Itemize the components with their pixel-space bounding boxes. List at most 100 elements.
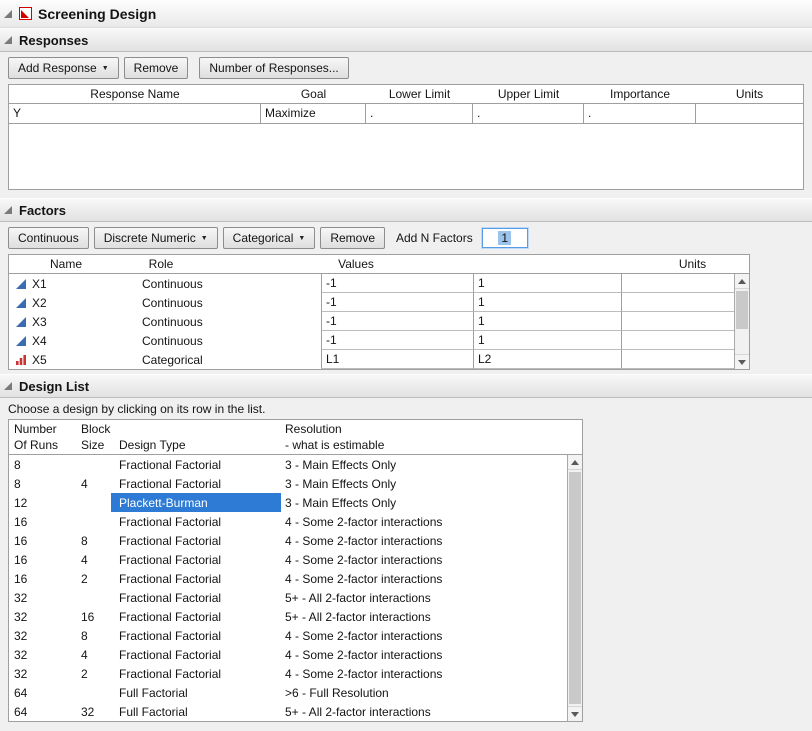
design-list-row[interactable]: 16 4 Fractional Factorial 4 - Some 2-fac…: [9, 550, 567, 569]
design-list-row[interactable]: 64 32 Full Factorial 5+ - All 2-factor i…: [9, 702, 567, 721]
design-list-row[interactable]: 32 4 Fractional Factorial 4 - Some 2-fac…: [9, 645, 567, 664]
design-list-row[interactable]: 32 2 Fractional Factorial 4 - Some 2-fac…: [9, 664, 567, 683]
design-list-row[interactable]: 32 Fractional Factorial 5+ - All 2-facto…: [9, 588, 567, 607]
design-resolution-cell[interactable]: 4 - Some 2-factor interactions: [281, 569, 567, 588]
remove-factor-button[interactable]: Remove: [320, 227, 385, 249]
design-runs-cell[interactable]: 64: [9, 683, 73, 702]
design-resolution-cell[interactable]: >6 - Full Resolution: [281, 683, 567, 702]
design-type-cell[interactable]: Full Factorial: [111, 702, 281, 721]
design-runs-cell[interactable]: 32: [9, 607, 73, 626]
factor-name-cell[interactable]: X1: [9, 274, 122, 293]
design-type-cell[interactable]: Fractional Factorial: [111, 607, 281, 626]
factors-scrollbar[interactable]: [734, 274, 749, 369]
factor-role-cell[interactable]: Categorical: [122, 353, 321, 367]
design-resolution-cell[interactable]: 4 - Some 2-factor interactions: [281, 664, 567, 683]
design-list-row[interactable]: 64 Full Factorial >6 - Full Resolution: [9, 683, 567, 702]
design-block-cell[interactable]: 8: [73, 626, 111, 645]
design-type-cell[interactable]: Plackett-Burman: [111, 493, 281, 512]
design-block-cell[interactable]: [73, 455, 111, 474]
responses-section-header[interactable]: Responses: [0, 28, 812, 52]
discrete-numeric-button[interactable]: Discrete Numeric ▼: [94, 227, 218, 249]
design-type-cell[interactable]: Fractional Factorial: [111, 588, 281, 607]
response-units-cell[interactable]: [696, 104, 803, 124]
factor-value-1-cell[interactable]: -1: [321, 331, 473, 350]
factor-units-cell[interactable]: [621, 331, 734, 350]
factor-value-1-cell[interactable]: -1: [321, 274, 473, 293]
design-block-cell[interactable]: [73, 683, 111, 702]
design-runs-cell[interactable]: 64: [9, 702, 73, 721]
disclosure-triangle-icon[interactable]: [3, 9, 13, 19]
factor-role-cell[interactable]: Continuous: [122, 334, 321, 348]
design-type-cell[interactable]: Fractional Factorial: [111, 455, 281, 474]
design-block-cell[interactable]: 4: [73, 474, 111, 493]
design-runs-cell[interactable]: 32: [9, 588, 73, 607]
design-block-cell[interactable]: [73, 588, 111, 607]
factor-name-cell[interactable]: X5: [9, 350, 122, 369]
number-of-responses-button[interactable]: Number of Responses...: [199, 57, 348, 79]
design-type-cell[interactable]: Fractional Factorial: [111, 474, 281, 493]
disclosure-triangle-icon[interactable]: [3, 381, 13, 391]
scroll-up-button[interactable]: [568, 455, 582, 470]
design-runs-cell[interactable]: 12: [9, 493, 73, 512]
factor-name-cell[interactable]: X4: [9, 331, 122, 350]
factor-name-cell[interactable]: X3: [9, 312, 122, 331]
design-resolution-cell[interactable]: 4 - Some 2-factor interactions: [281, 512, 567, 531]
disclosure-triangle-icon[interactable]: [3, 205, 13, 215]
design-type-cell[interactable]: Fractional Factorial: [111, 512, 281, 531]
design-type-cell[interactable]: Full Factorial: [111, 683, 281, 702]
design-block-cell[interactable]: 4: [73, 645, 111, 664]
scroll-thumb[interactable]: [736, 291, 748, 329]
factor-value-2-cell[interactable]: 1: [473, 274, 621, 293]
design-resolution-cell[interactable]: 4 - Some 2-factor interactions: [281, 531, 567, 550]
response-importance-cell[interactable]: .: [584, 104, 696, 124]
factor-value-2-cell[interactable]: L2: [473, 350, 621, 369]
factor-value-1-cell[interactable]: -1: [321, 293, 473, 312]
scroll-down-button[interactable]: [735, 354, 749, 369]
design-list-row[interactable]: 32 8 Fractional Factorial 4 - Some 2-fac…: [9, 626, 567, 645]
scroll-down-button[interactable]: [568, 706, 582, 721]
design-resolution-cell[interactable]: 3 - Main Effects Only: [281, 474, 567, 493]
design-type-cell[interactable]: Fractional Factorial: [111, 531, 281, 550]
design-list-row[interactable]: 8 Fractional Factorial 3 - Main Effects …: [9, 455, 567, 474]
design-list-section-header[interactable]: Design List: [0, 374, 812, 398]
factor-name-cell[interactable]: X2: [9, 293, 122, 312]
design-runs-cell[interactable]: 8: [9, 474, 73, 493]
design-runs-cell[interactable]: 32: [9, 626, 73, 645]
design-type-cell[interactable]: Fractional Factorial: [111, 569, 281, 588]
red-triangle-menu-icon[interactable]: [19, 7, 32, 20]
design-list-row[interactable]: 8 4 Fractional Factorial 3 - Main Effect…: [9, 474, 567, 493]
factor-value-2-cell[interactable]: 1: [473, 293, 621, 312]
design-resolution-cell[interactable]: 3 - Main Effects Only: [281, 455, 567, 474]
design-block-cell[interactable]: 8: [73, 531, 111, 550]
response-lower-limit-cell[interactable]: .: [366, 104, 473, 124]
response-goal-cell[interactable]: Maximize: [261, 104, 366, 124]
design-type-cell[interactable]: Fractional Factorial: [111, 664, 281, 683]
factor-units-cell[interactable]: [621, 312, 734, 331]
remove-response-button[interactable]: Remove: [124, 57, 189, 79]
factor-role-cell[interactable]: Continuous: [122, 296, 321, 310]
design-runs-cell[interactable]: 32: [9, 645, 73, 664]
design-runs-cell[interactable]: 8: [9, 455, 73, 474]
design-resolution-cell[interactable]: 4 - Some 2-factor interactions: [281, 626, 567, 645]
factor-units-cell[interactable]: [621, 274, 734, 293]
factor-role-cell[interactable]: Continuous: [122, 315, 321, 329]
design-resolution-cell[interactable]: 3 - Main Effects Only: [281, 493, 567, 512]
design-list-row[interactable]: 32 16 Fractional Factorial 5+ - All 2-fa…: [9, 607, 567, 626]
design-block-cell[interactable]: 16: [73, 607, 111, 626]
design-runs-cell[interactable]: 32: [9, 664, 73, 683]
factor-units-cell[interactable]: [621, 350, 734, 369]
factor-units-cell[interactable]: [621, 293, 734, 312]
design-block-cell[interactable]: 2: [73, 569, 111, 588]
design-type-cell[interactable]: Fractional Factorial: [111, 645, 281, 664]
scroll-thumb[interactable]: [569, 472, 581, 704]
design-block-cell[interactable]: [73, 512, 111, 531]
design-list-scrollbar[interactable]: [567, 455, 582, 721]
design-block-cell[interactable]: 2: [73, 664, 111, 683]
continuous-button[interactable]: Continuous: [8, 227, 89, 249]
scroll-up-button[interactable]: [735, 274, 749, 289]
design-runs-cell[interactable]: 16: [9, 512, 73, 531]
categorical-button[interactable]: Categorical ▼: [223, 227, 316, 249]
design-resolution-cell[interactable]: 5+ - All 2-factor interactions: [281, 607, 567, 626]
design-list-row[interactable]: 12 Plackett-Burman 3 - Main Effects Only: [9, 493, 567, 512]
response-name-cell[interactable]: Y: [9, 104, 261, 124]
